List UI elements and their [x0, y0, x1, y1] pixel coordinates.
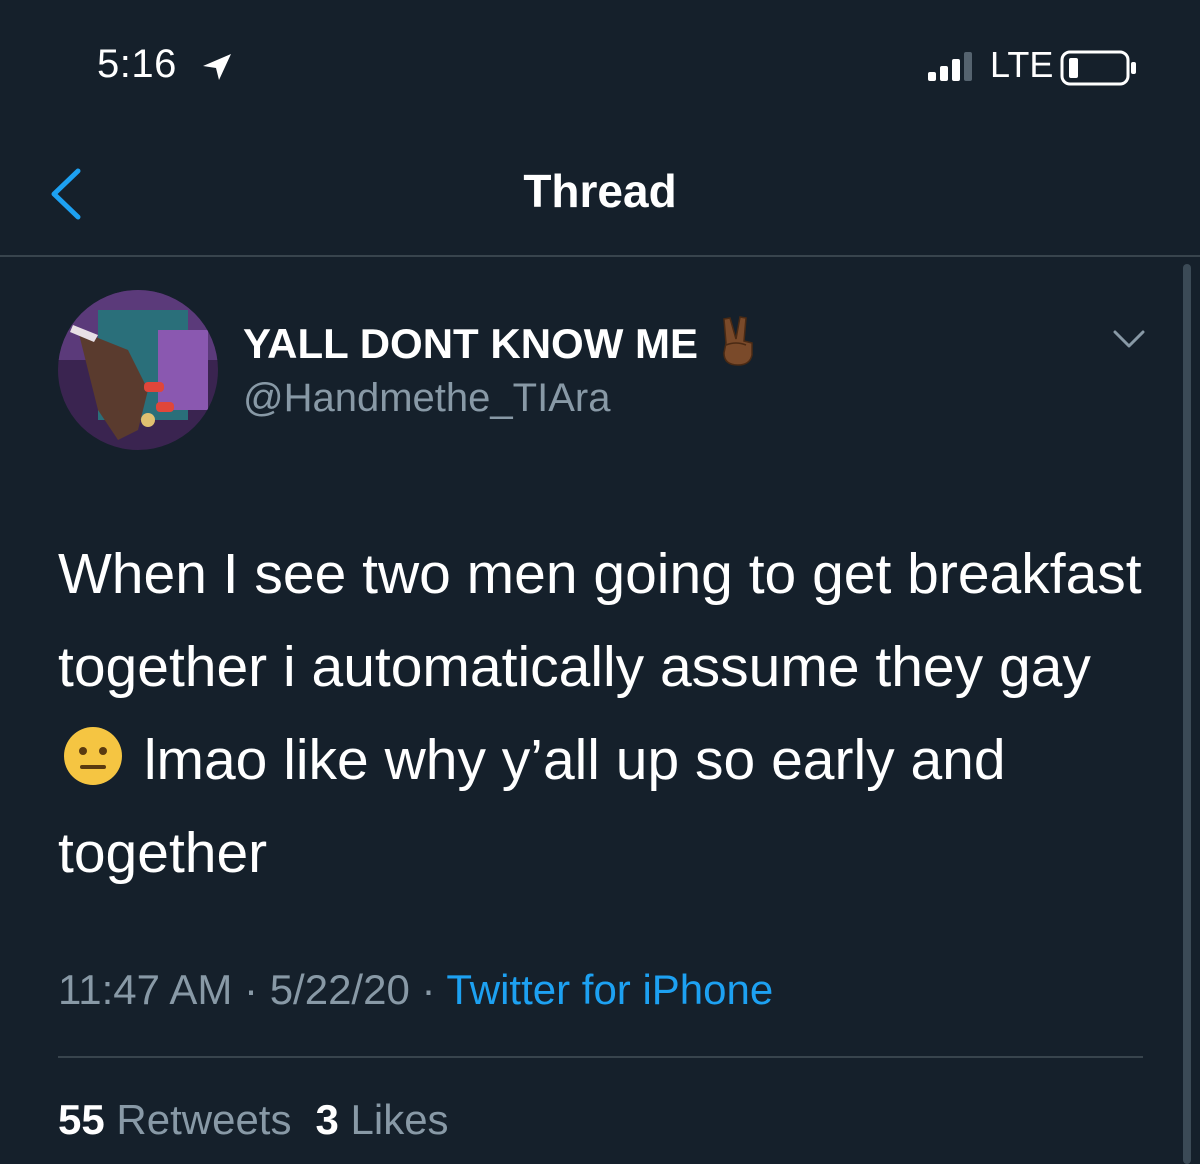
network-type: LTE: [990, 44, 1054, 85]
retweets-count: 55: [58, 1096, 105, 1143]
scrollbar[interactable]: [1183, 264, 1191, 1164]
nav-bar: Thread: [0, 130, 1200, 257]
status-time: 5:16: [97, 42, 177, 86]
tweet-text-part-2: lmao like why y’all up so early and toge…: [58, 728, 1006, 885]
battery-icon: [1060, 50, 1140, 91]
tweet-meta: 11:47 AM · 5/22/20 · Twitter for iPhone: [58, 966, 773, 1014]
retweets-link[interactable]: 55 Retweets: [58, 1096, 291, 1143]
chevron-down-icon[interactable]: [1112, 328, 1146, 355]
avatar[interactable]: [58, 290, 218, 450]
likes-count: 3: [315, 1096, 339, 1143]
page-title: Thread: [523, 165, 677, 217]
tweet-text-part-1: When I see two men going to get breakfas…: [58, 542, 1142, 699]
meta-separator: ·: [421, 966, 436, 1013]
display-name[interactable]: YALL DONT KNOW ME: [243, 320, 698, 368]
tweet-source-link[interactable]: Twitter for iPhone: [446, 966, 773, 1013]
tweet-date: 5/22/20: [269, 966, 410, 1013]
location-arrow-icon: [200, 52, 234, 87]
neutral-face-emoji: [62, 722, 124, 785]
signal-bars-icon: [928, 52, 984, 87]
tweet-time: 11:47 AM: [58, 966, 233, 1013]
retweets-label: Retweets: [116, 1096, 292, 1143]
divider: [58, 1056, 1143, 1058]
victory-hand-emoji: [716, 315, 760, 372]
tweet-text: When I see two men going to get breakfas…: [58, 528, 1168, 900]
tweet-stats: 55 Retweets 3 Likes: [58, 1096, 449, 1144]
meta-separator: ·: [244, 966, 259, 1013]
likes-label: Likes: [350, 1096, 449, 1143]
status-bar: 5:16 LTE: [0, 0, 1200, 130]
author-handle[interactable]: @Handmethe_TIAra: [243, 376, 610, 421]
author-name-row[interactable]: YALL DONT KNOW ME: [243, 315, 760, 372]
likes-link[interactable]: 3 Likes: [315, 1096, 448, 1143]
